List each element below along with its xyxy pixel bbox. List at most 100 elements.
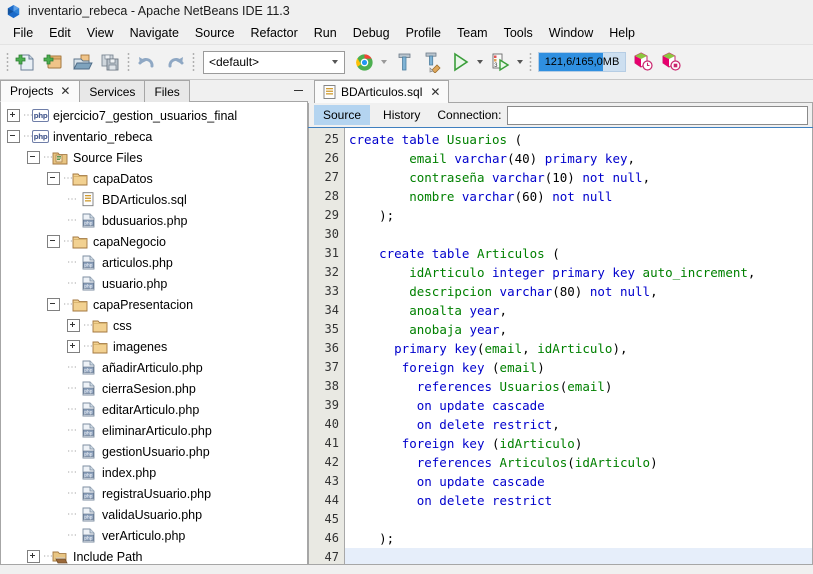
build-project-button[interactable]	[390, 48, 418, 76]
tree-node-validausuario-php[interactable]: ⋯ php validaUsuario.php	[1, 504, 307, 525]
code-editor[interactable]: 25 26 27 28 29 30 31 32 33 34 35 36 37 38 39 40 41 42 43 44…	[308, 128, 813, 565]
tree-node-css[interactable]: ⋯ css	[1, 315, 307, 336]
profile-button[interactable]	[629, 48, 657, 76]
code-line[interactable]: );	[345, 529, 812, 548]
tree-node-capanegocio[interactable]: ⋯ capaNegocio	[1, 231, 307, 252]
menu-item-window[interactable]: Window	[541, 24, 601, 42]
toolbar-grip[interactable]	[6, 52, 9, 72]
code-line[interactable]: create table Usuarios (	[345, 130, 812, 149]
debug-dropdown-arrow[interactable]	[514, 48, 526, 76]
menu-item-file[interactable]: File	[5, 24, 41, 42]
redo-button[interactable]	[161, 48, 189, 76]
code-line[interactable]: primary key(email, idArticulo),	[345, 339, 812, 358]
close-icon[interactable]: ✕	[60, 84, 70, 98]
run-project-button[interactable]	[446, 48, 474, 76]
code-line[interactable]: foreign key (idArticulo)	[345, 434, 812, 453]
debug-project-button[interactable]: 3	[486, 48, 514, 76]
code-line[interactable]: on update cascade	[345, 396, 812, 415]
profile-stop-button[interactable]	[657, 48, 685, 76]
menu-item-navigate[interactable]: Navigate	[122, 24, 187, 42]
menu-item-refactor[interactable]: Refactor	[243, 24, 306, 42]
code-line[interactable]: nombre varchar(60) not null	[345, 187, 812, 206]
menu-item-profile[interactable]: Profile	[398, 24, 449, 42]
expand-icon[interactable]	[7, 109, 20, 122]
tree-node-capapresentacion[interactable]: ⋯ capaPresentacion	[1, 294, 307, 315]
code-line[interactable]	[345, 548, 812, 564]
tree-node-include-path[interactable]: ⋯ Include Path	[1, 546, 307, 564]
memory-indicator[interactable]: 121,6/165,0MB	[538, 52, 626, 72]
toolbar-grip-2[interactable]	[127, 52, 130, 72]
clean-and-build-button[interactable]	[418, 48, 446, 76]
project-tree[interactable]: ⋯ php ejercicio7_gestion_usuarios_final ⋯ ph…	[0, 102, 308, 565]
window-tab-projects[interactable]: Projects ✕	[0, 80, 81, 102]
config-combo[interactable]: <default>	[203, 50, 345, 74]
collapse-icon[interactable]	[47, 172, 60, 185]
code-line[interactable]: anobaja year,	[345, 320, 812, 339]
editor-tab-bdarticulos-sql[interactable]: BDArticulos.sql ✕	[314, 80, 450, 103]
code-area[interactable]: create table Usuarios ( email varchar(40…	[345, 128, 812, 564]
toolbar-grip-4[interactable]	[529, 52, 532, 72]
tree-node-bdusuarios-php[interactable]: ⋯ php bdusuarios.php	[1, 210, 307, 231]
tree-node-registrausuario-php[interactable]: ⋯ php registraUsuario.php	[1, 483, 307, 504]
menu-item-debug[interactable]: Debug	[345, 24, 398, 42]
tree-node-bdarticulos-sql[interactable]: ⋯ BDArticulos.sql	[1, 189, 307, 210]
code-line[interactable]: on delete restrict,	[345, 415, 812, 434]
expand-icon[interactable]	[67, 319, 80, 332]
tree-node-capadatos[interactable]: ⋯ capaDatos	[1, 168, 307, 189]
close-icon[interactable]: ✕	[430, 85, 440, 99]
undo-button[interactable]	[133, 48, 161, 76]
tree-node-eliminararticulo-php[interactable]: ⋯ php eliminarArticulo.php	[1, 420, 307, 441]
new-file-button[interactable]	[12, 48, 40, 76]
window-tab-services[interactable]: Services	[79, 80, 146, 102]
window-tab-files[interactable]: Files	[144, 80, 190, 102]
open-project-button[interactable]	[68, 48, 96, 76]
menu-item-tools[interactable]: Tools	[496, 24, 541, 42]
minimize-icon[interactable]	[288, 80, 308, 102]
expand-icon[interactable]	[67, 340, 80, 353]
browser-select-button[interactable]	[350, 48, 378, 76]
menu-item-help[interactable]: Help	[601, 24, 643, 42]
menu-item-view[interactable]: View	[79, 24, 122, 42]
menu-item-edit[interactable]: Edit	[41, 24, 79, 42]
new-project-button[interactable]	[40, 48, 68, 76]
code-line[interactable]: anoalta year,	[345, 301, 812, 320]
tree-node-editararticulo-php[interactable]: ⋯ php editarArticulo.php	[1, 399, 307, 420]
code-line[interactable]: references Articulos(idArticulo)	[345, 453, 812, 472]
tree-node-imagenes[interactable]: ⋯ imagenes	[1, 336, 307, 357]
connection-input[interactable]	[507, 105, 808, 125]
tree-node-gestionusuario-php[interactable]: ⋯ php gestionUsuario.php	[1, 441, 307, 462]
code-line[interactable]: on update cascade	[345, 472, 812, 491]
code-line[interactable]: on delete restrict	[345, 491, 812, 510]
tab-history[interactable]: History	[374, 105, 429, 125]
browser-dropdown-arrow[interactable]	[378, 48, 390, 76]
code-line[interactable]: foreign key (email)	[345, 358, 812, 377]
toolbar-grip-3[interactable]	[192, 52, 195, 72]
tree-node-cierrasesion-php[interactable]: ⋯ php cierraSesion.php	[1, 378, 307, 399]
expand-icon[interactable]	[27, 550, 40, 563]
collapse-icon[interactable]	[27, 151, 40, 164]
code-line[interactable]	[345, 225, 812, 244]
save-all-button[interactable]	[96, 48, 124, 76]
tree-node-articulos-php[interactable]: ⋯ php articulos.php	[1, 252, 307, 273]
menu-item-run[interactable]: Run	[306, 24, 345, 42]
code-line[interactable]: email varchar(40) primary key,	[345, 149, 812, 168]
code-line[interactable]: );	[345, 206, 812, 225]
menu-item-team[interactable]: Team	[449, 24, 496, 42]
code-line[interactable]: idArticulo integer primary key auto_incr…	[345, 263, 812, 282]
chevron-down-icon[interactable]	[325, 53, 344, 72]
collapse-icon[interactable]	[47, 298, 60, 311]
code-line[interactable]: create table Articulos (	[345, 244, 812, 263]
code-line[interactable]	[345, 510, 812, 529]
tree-node-a-adirarticulo-php[interactable]: ⋯ php añadirArticulo.php	[1, 357, 307, 378]
tree-node-inventario-rebeca[interactable]: ⋯ php inventario_rebeca	[1, 126, 307, 147]
menu-item-source[interactable]: Source	[187, 24, 243, 42]
collapse-icon[interactable]	[7, 130, 20, 143]
tree-node-ejercicio7-gestion-usuarios-final[interactable]: ⋯ php ejercicio7_gestion_usuarios_final	[1, 105, 307, 126]
tree-node-source-files[interactable]: ⋯ Source Files	[1, 147, 307, 168]
run-dropdown-arrow[interactable]	[474, 48, 486, 76]
tree-node-verarticulo-php[interactable]: ⋯ php verArticulo.php	[1, 525, 307, 546]
tree-node-index-php[interactable]: ⋯ php index.php	[1, 462, 307, 483]
tab-source[interactable]: Source	[314, 105, 371, 125]
code-line[interactable]: contraseña varchar(10) not null,	[345, 168, 812, 187]
tree-node-usuario-php[interactable]: ⋯ php usuario.php	[1, 273, 307, 294]
